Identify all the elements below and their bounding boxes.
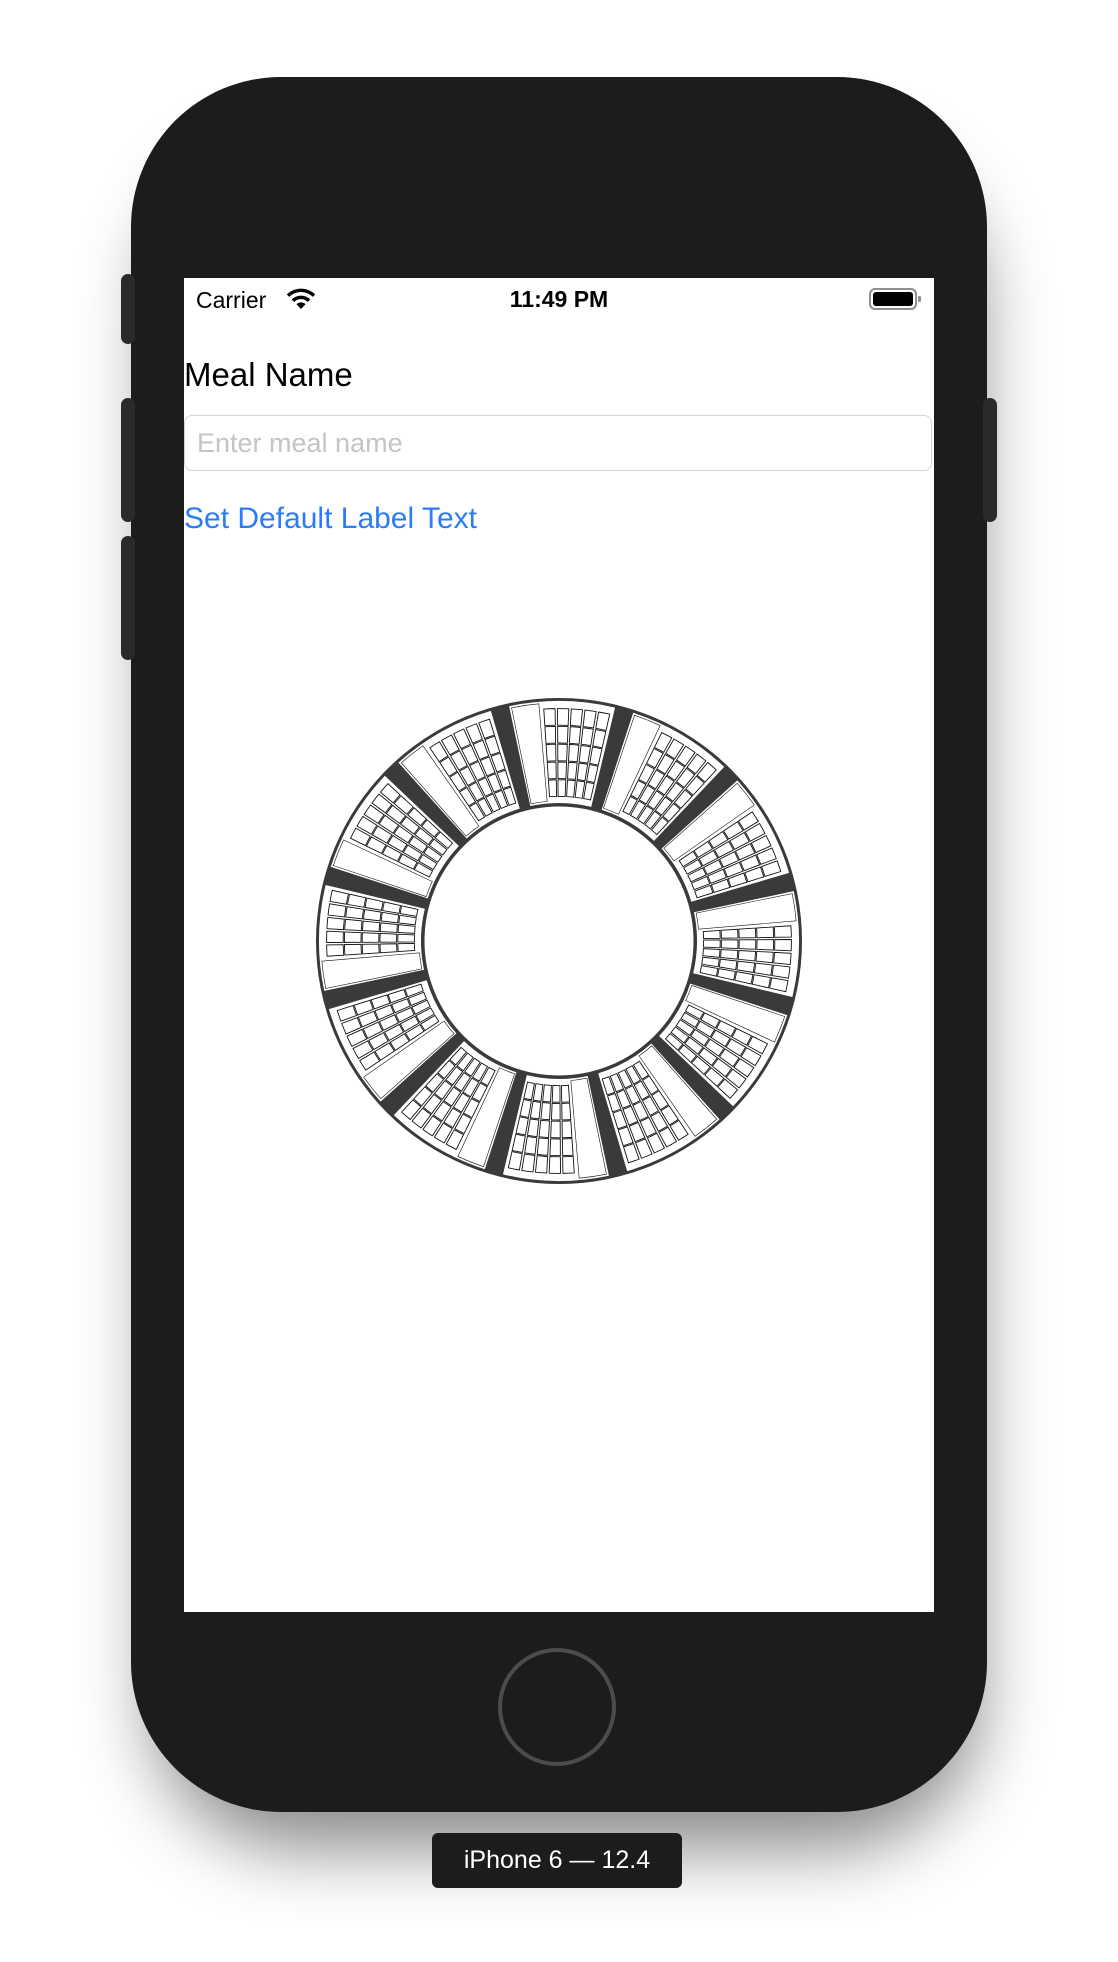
wheel-grid-cell <box>327 903 347 918</box>
wheel-grid-cell <box>580 727 594 747</box>
wheel-grid-cell <box>561 1138 574 1157</box>
wheel-grid-cell <box>397 942 416 953</box>
battery-full-icon <box>869 287 923 316</box>
wheel-grid-cell <box>557 743 568 762</box>
wheel-grid-cell <box>362 920 381 932</box>
wheel-grid-cell <box>753 962 773 976</box>
wheel-grid-cell <box>379 922 398 933</box>
wheel-grid-cell <box>549 1138 561 1157</box>
wheel-grid-cell <box>756 926 775 939</box>
power-button <box>983 398 997 522</box>
wheel-grid-cell <box>557 761 568 780</box>
volume-down-button <box>121 536 135 660</box>
wheel-grid-cell <box>326 916 345 931</box>
wheel-grid-cell <box>773 925 792 938</box>
wheel-grid-cell <box>343 943 362 956</box>
wheel-grid-cell <box>738 939 757 950</box>
wheel-grid-cell <box>582 709 597 729</box>
wheel-grid-cell <box>536 1137 550 1156</box>
wheel-grid-cell <box>343 931 362 943</box>
wheel-grid-cell <box>557 725 569 744</box>
wheel-grid-cell <box>560 1084 571 1103</box>
meal-name-input[interactable] <box>184 415 932 471</box>
wheel-grid-cell <box>568 726 582 745</box>
wheel-grid-cell <box>545 743 557 762</box>
volume-up-button <box>121 398 135 522</box>
wheel-grid-cell <box>550 1102 561 1121</box>
wheel-grid-cell <box>540 1102 551 1121</box>
wheel-grid-cell <box>326 930 344 943</box>
wheel-grid-cell <box>720 928 739 939</box>
mute-switch <box>121 274 135 344</box>
wheel-grid-cell <box>361 943 380 955</box>
wheel-grid-cell <box>397 933 415 943</box>
wheel-grid-cell <box>326 944 345 957</box>
wheel-grid-cell <box>755 950 774 964</box>
wheel-grid-cell <box>544 725 557 744</box>
wheel-grid-cell <box>756 939 775 951</box>
wheel-grid-cell <box>547 779 558 798</box>
status-bar: Carrier 11:49 PM <box>184 278 934 318</box>
wheel-grid-cell <box>379 932 398 943</box>
wheel-grid-cell <box>534 1155 549 1174</box>
wheel-grid-cell <box>397 924 416 934</box>
wheel-grid-cell <box>561 1120 573 1139</box>
wheel-grid-cell <box>774 939 792 952</box>
wheel-grid-cell <box>562 1155 575 1174</box>
wheel-grid-cell <box>521 1153 536 1173</box>
wheel-grid-cell <box>567 761 578 780</box>
wheel-grid-cell <box>561 1102 572 1121</box>
wheel-grid-cell <box>720 949 739 960</box>
meal-wheel[interactable] <box>314 696 804 1186</box>
wheel-grid-cell <box>773 951 792 966</box>
wheel-grid-cell <box>542 1084 552 1103</box>
wheel-grid-cell <box>702 948 721 958</box>
wheel-grid-cell <box>569 708 584 727</box>
wheel-grid-cell <box>538 1119 550 1138</box>
wheel-grid-cell <box>568 744 580 763</box>
wheel-grid-cell <box>551 1085 561 1103</box>
wheel-grid-cell <box>548 1156 561 1174</box>
status-time: 11:49 PM <box>509 286 609 312</box>
wheel-grid-cell <box>361 932 380 943</box>
set-default-label-text-button[interactable]: Set Default Label Text <box>184 502 477 536</box>
wheel-grid-cell <box>546 761 557 780</box>
device-label: iPhone 6 — 12.4 <box>432 1833 682 1888</box>
wheel-center <box>421 803 697 1079</box>
wheel-grid-cell <box>720 939 739 950</box>
wheel-grid-cell <box>703 939 721 949</box>
wheel-grid-cell <box>345 906 365 920</box>
wheel-grid-cell <box>557 779 567 797</box>
wheel-grid-cell <box>550 1120 561 1139</box>
wheel-grid-cell <box>771 964 791 979</box>
wheel-grid-cell <box>566 779 576 798</box>
wheel-grid-cell <box>379 943 398 954</box>
meal-name-label: Meal Name <box>184 356 353 393</box>
wheel-grid-cell <box>557 708 570 726</box>
home-button[interactable] <box>498 1648 616 1766</box>
wheel-grid-cell <box>737 950 756 962</box>
wheel-grid-cell <box>344 918 363 932</box>
wheel-grid-cell <box>543 708 556 727</box>
wheel-grid-cell <box>738 927 757 939</box>
wheel-grid-cell <box>702 929 721 940</box>
app-screen: Carrier 11:49 PM Meal Name Set Default L… <box>184 278 934 1612</box>
wheel-grid-cell <box>524 1135 538 1155</box>
